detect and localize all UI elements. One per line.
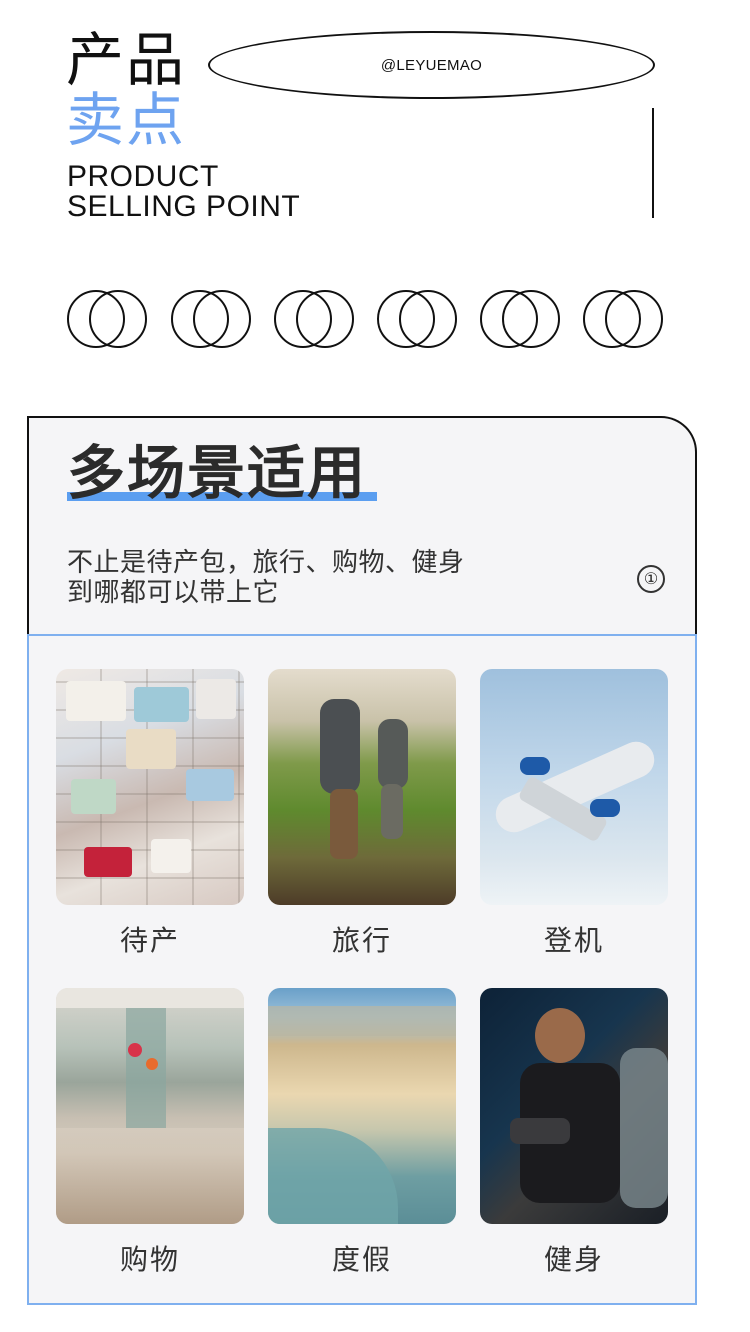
section-description-line1: 不止是待产包，旅行、购物、健身	[67, 548, 465, 578]
shopping-mall-photo	[56, 988, 244, 1224]
scene-label-1: 旅行	[331, 924, 392, 957]
title-cn-line1: 产品	[66, 26, 187, 94]
baby-clothes-photo	[56, 669, 244, 905]
brand-oval: @LEYUEMAO	[208, 31, 655, 99]
ring-pair-icon	[377, 290, 457, 350]
scene-label-4: 度假	[331, 1243, 392, 1276]
brand-handle: @LEYUEMAO	[380, 56, 483, 74]
ring-pair-icon	[171, 290, 251, 350]
ring-pair-icon	[480, 290, 560, 350]
ring-pair-icon	[274, 290, 354, 350]
scene-label-3: 购物	[119, 1243, 180, 1276]
ring-pair-icon	[583, 290, 663, 350]
ring-decorations	[67, 290, 667, 350]
vertical-divider	[652, 108, 654, 218]
scene-label-5: 健身	[543, 1243, 604, 1276]
scene-label-2: 登机	[543, 924, 604, 957]
number-badge: ①	[637, 565, 665, 593]
title-en-line1: PRODUCT	[67, 160, 219, 193]
title-cn-line2: 卖点	[66, 86, 187, 154]
ring-pair-icon	[67, 290, 147, 350]
section-title: 多场景适用	[67, 439, 368, 507]
title-en-line2: SELLING POINT	[67, 190, 301, 223]
fitness-photo	[480, 988, 668, 1224]
airplane-photo	[480, 669, 668, 905]
section-description-line2: 到哪都可以带上它	[67, 578, 280, 608]
beach-photo	[268, 988, 456, 1224]
scene-label-0: 待产	[119, 924, 180, 957]
hikers-photo	[268, 669, 456, 905]
